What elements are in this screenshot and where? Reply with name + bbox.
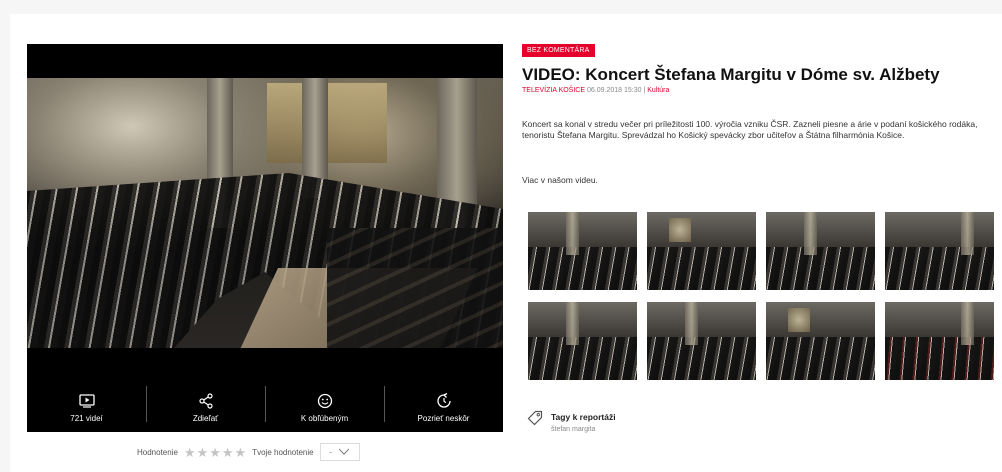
videos-button[interactable]: 721 videí: [27, 384, 146, 432]
rating-label: Hodnotenie: [137, 447, 178, 457]
photo-gallery: [528, 212, 994, 380]
share-icon: [198, 393, 214, 409]
meta-separator: |: [643, 87, 646, 94]
smiley-icon: [317, 393, 333, 409]
rating-row: Hodnotenie ★ ★ ★ ★ ★ Tvoje hodnotenie -: [137, 443, 360, 461]
favorite-button[interactable]: K obľúbeným: [265, 384, 384, 432]
gallery-thumbnail[interactable]: [647, 302, 756, 380]
star-icon[interactable]: ★: [184, 446, 196, 459]
category-link[interactable]: Kultúra: [647, 87, 669, 94]
gallery-thumbnail[interactable]: [766, 302, 875, 380]
star-rating[interactable]: ★ ★ ★ ★ ★: [184, 446, 246, 459]
share-label: Zdieľať: [192, 414, 219, 423]
category-badge[interactable]: BEZ KOMENTÁRA: [522, 44, 595, 57]
article-title: VIDEO: Koncert Štefana Margitu v Dóme sv…: [522, 65, 940, 84]
gallery-thumbnail[interactable]: [766, 212, 875, 290]
gallery-thumbnail[interactable]: [885, 212, 994, 290]
star-icon[interactable]: ★: [235, 446, 247, 459]
player-controls: 721 videí Zdieľať K obľúbeným Pozrieť ne…: [27, 384, 503, 432]
tags-title: Tagy k reportáži: [551, 412, 616, 422]
tag-icon: [527, 410, 543, 426]
video-frame[interactable]: [27, 78, 503, 348]
gallery-thumbnail[interactable]: [528, 212, 637, 290]
my-rating-value: -: [329, 447, 333, 457]
share-button[interactable]: Zdieľať: [146, 384, 265, 432]
my-rating-select[interactable]: -: [319, 443, 360, 461]
star-icon[interactable]: ★: [209, 446, 221, 459]
play-screen-icon: [78, 393, 95, 409]
favorite-label: K obľúbeným: [300, 414, 349, 423]
star-icon[interactable]: ★: [222, 446, 234, 459]
star-icon[interactable]: ★: [197, 446, 209, 459]
gallery-thumbnail[interactable]: [885, 302, 994, 380]
gallery-thumbnail[interactable]: [528, 302, 637, 380]
watch-later-label: Pozrieť neskôr: [417, 414, 470, 423]
article-meta: TELEVÍZIA KOŠICE 06.09.2018 15:30 | Kult…: [522, 87, 669, 94]
tag-link[interactable]: štefan margita: [551, 426, 616, 433]
more-text: Viac v našom videu.: [522, 175, 598, 185]
cathedral-pews: [327, 228, 503, 348]
chevron-down-icon: [338, 447, 350, 457]
videos-label: 721 videí: [70, 414, 103, 423]
tags-content: Tagy k reportáži štefan margita: [551, 410, 616, 433]
video-player[interactable]: 721 videí Zdieľať K obľúbeným Pozrieť ne…: [27, 44, 503, 432]
article-date: 06.09.2018 15:30: [586, 87, 642, 94]
article-description: Koncert sa konal v stredu večer pri príl…: [522, 119, 978, 140]
my-rating-label: Tvoje hodnotenie: [252, 447, 314, 457]
watch-later-button[interactable]: Pozrieť neskôr: [384, 384, 503, 432]
source-link[interactable]: TELEVÍZIA KOŠICE: [522, 87, 585, 94]
tags-section: Tagy k reportáži štefan margita: [527, 410, 616, 433]
gallery-thumbnail[interactable]: [647, 212, 756, 290]
replay-icon: [436, 393, 452, 409]
